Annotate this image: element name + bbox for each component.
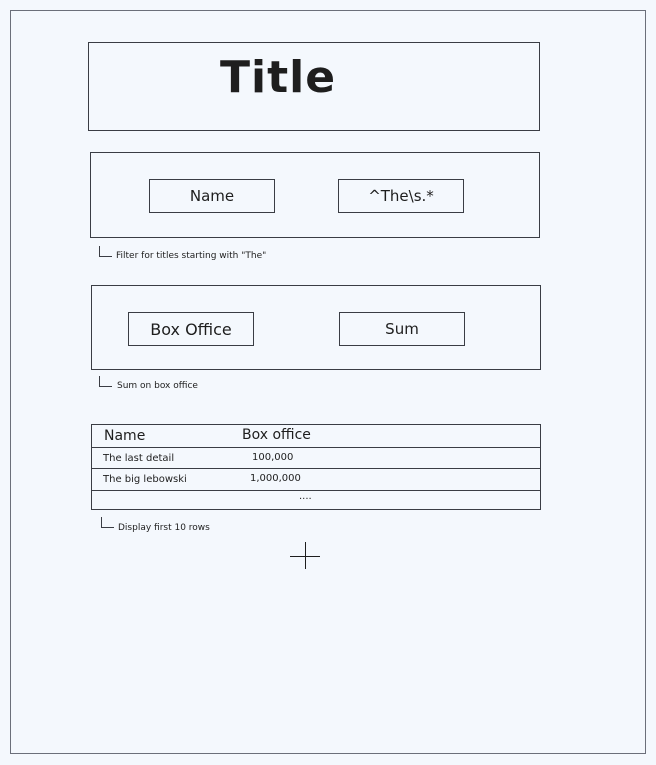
filter-column-field[interactable]: Name <box>149 179 275 213</box>
table-row: The big lebowski 1,000,000 <box>92 469 540 491</box>
table-ellipsis: .... <box>299 491 312 502</box>
aggregate-column-field[interactable]: Box Office <box>128 312 254 346</box>
table-cell-box-office: 1,000,000 <box>250 473 301 484</box>
table-row: The last detail 100,000 <box>92 448 540 469</box>
crosshair-icon <box>305 542 306 569</box>
table-cell-box-office: 100,000 <box>252 452 294 463</box>
table-header-name: Name <box>104 428 146 444</box>
filter-note: Filter for titles starting with "The" <box>116 251 267 261</box>
aggregate-note: Sum on box office <box>117 381 198 391</box>
table-cell-name: The big lebowski <box>103 474 187 485</box>
aggregate-function-field[interactable]: Sum <box>339 312 465 346</box>
filter-pattern-field[interactable]: ^The\s.* <box>338 179 464 213</box>
table-header-box-office: Box office <box>242 427 311 443</box>
table-header-row: Name Box office <box>92 425 540 448</box>
results-table: Name Box office The last detail 100,000 … <box>91 424 541 510</box>
table-note: Display first 10 rows <box>118 523 210 533</box>
page-title: Title <box>220 52 337 103</box>
table-note-connector <box>101 517 114 528</box>
table-ellipsis-row: .... <box>92 491 540 510</box>
table-cell-name: The last detail <box>103 453 175 464</box>
aggregate-note-connector <box>99 376 112 387</box>
filter-note-connector <box>99 246 112 257</box>
